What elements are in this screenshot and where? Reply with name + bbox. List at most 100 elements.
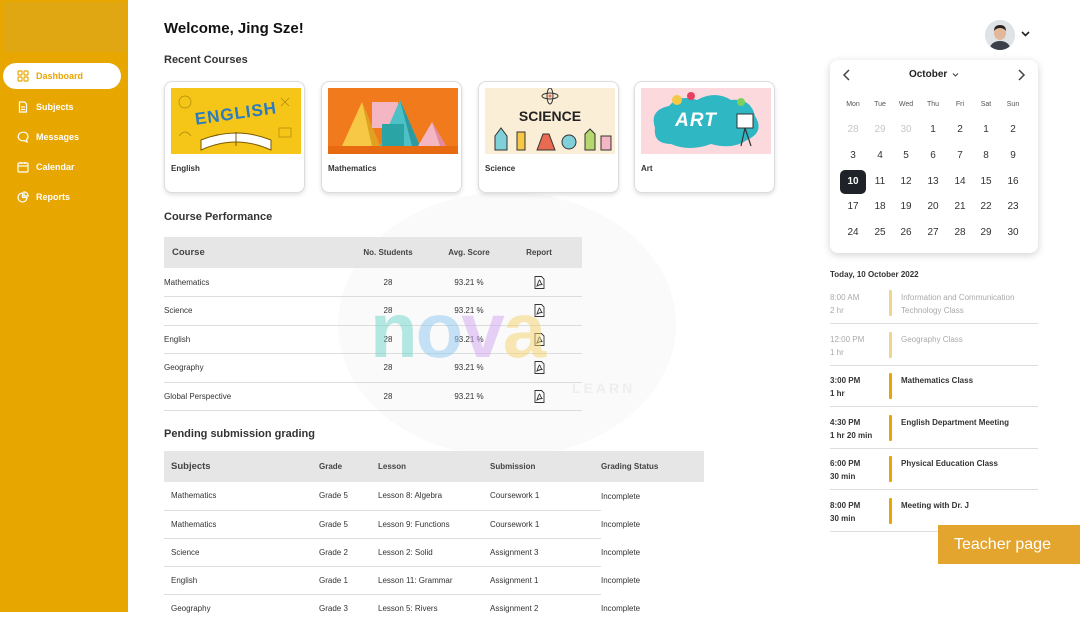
lesson-cell: Lesson 8: Algebra <box>378 482 490 511</box>
avatar[interactable] <box>985 20 1015 50</box>
calendar-day[interactable]: 18 <box>867 195 893 219</box>
sidebar: Dashboard Subjects Messages Calendar Rep… <box>0 0 128 612</box>
table-header-row: Course No. Students Avg. Score Report <box>164 237 582 268</box>
sidebar-item-reports[interactable]: Reports <box>3 184 121 210</box>
sidebar-item-dashboard[interactable]: Dashboard <box>3 63 121 89</box>
pdf-report-icon[interactable] <box>534 389 545 403</box>
chat-icon <box>17 131 29 143</box>
event-title: Physical Education Class <box>901 459 998 469</box>
column-header: Course <box>164 237 334 268</box>
score-cell: 93.21 % <box>442 382 496 411</box>
table-row[interactable]: English Grade 1 Lesson 11: Grammar Assig… <box>164 566 704 596</box>
calendar-day[interactable]: 23 <box>1000 195 1026 219</box>
course-card-art[interactable]: ART Art <box>634 81 775 193</box>
calendar-day[interactable]: 28 <box>840 118 866 142</box>
calendar-day[interactable]: 8 <box>973 144 999 168</box>
logo-area <box>4 2 126 52</box>
pdf-report-icon[interactable] <box>534 304 545 318</box>
calendar-month-selector[interactable]: October <box>830 69 1038 80</box>
status-cell: Incomplete <box>601 547 641 557</box>
event-start: 8:00 PM <box>830 501 861 510</box>
calendar-day[interactable]: 20 <box>920 195 946 219</box>
table-header-row: Subjects Grade Lesson Submission Grading… <box>164 451 704 482</box>
thumbnail-text: SCIENCE <box>518 108 582 124</box>
pdf-report-icon[interactable] <box>534 332 545 346</box>
submission-cell: Coursework 1 <box>490 482 601 511</box>
calendar-day[interactable]: 22 <box>973 195 999 219</box>
subject-cell: Geography <box>164 594 319 618</box>
calendar-day[interactable]: 21 <box>947 195 973 219</box>
calendar-day[interactable]: 5 <box>893 144 919 168</box>
weekday-label: Mon <box>846 101 860 108</box>
table-row[interactable]: Mathematics Grade 5 Lesson 8: Algebra Co… <box>164 482 704 511</box>
calendar-day[interactable]: 30 <box>893 118 919 142</box>
calendar-day[interactable]: 26 <box>893 221 919 245</box>
schedule-event[interactable]: 4:30 PM 1 hr 20 min English Department Mee… <box>830 408 1038 449</box>
course-thumbnail: SCIENCE <box>485 88 615 154</box>
calendar-icon <box>17 162 29 173</box>
schedule-event[interactable]: 12:00 PM 1 hr Geography Class <box>830 325 1038 366</box>
grade-cell: Grade 5 <box>319 482 378 511</box>
course-card-science[interactable]: SCIENCE Science <box>478 81 619 193</box>
table-row[interactable]: Geography Grade 3 Lesson 5: Rivers Assig… <box>164 594 704 618</box>
event-title: Information and Communication Technology… <box>901 293 1015 315</box>
course-card-english[interactable]: ENGLISH English <box>164 81 305 193</box>
calendar-day[interactable]: 4 <box>867 144 893 168</box>
calendar-day[interactable]: 29 <box>973 221 999 245</box>
weekday-label: Sun <box>1006 101 1020 108</box>
chevron-right-icon[interactable] <box>1014 68 1028 82</box>
calendar-day[interactable]: 15 <box>973 170 999 194</box>
column-header: Grading Status <box>601 451 704 482</box>
course-thumbnail <box>328 88 458 154</box>
course-cell: Geography <box>164 353 334 383</box>
event-duration: 1 hr <box>830 347 844 357</box>
calendar-day[interactable]: 14 <box>947 170 973 194</box>
calendar-day-selected[interactable]: 10 <box>840 170 866 194</box>
course-card-mathematics[interactable]: Mathematics <box>321 81 462 193</box>
calendar-day[interactable]: 9 <box>1000 144 1026 168</box>
grade-cell: Grade 5 <box>319 510 378 539</box>
subject-cell: Mathematics <box>164 482 319 511</box>
event-title: Meeting with Dr. J <box>901 501 970 510</box>
calendar-day[interactable]: 25 <box>867 221 893 245</box>
calendar-day[interactable]: 19 <box>893 195 919 219</box>
calendar-day[interactable]: 12 <box>893 170 919 194</box>
status-cell: Incomplete <box>601 491 641 501</box>
calendar-day[interactable]: 24 <box>840 221 866 245</box>
event-time: 12:00 PM 1 hr <box>830 333 864 359</box>
schedule-event[interactable]: 8:00 AM 2 hr Information and Communication… <box>830 283 1038 324</box>
calendar-day[interactable]: 3 <box>840 144 866 168</box>
students-cell: 28 <box>334 296 442 326</box>
calendar-day[interactable]: 1 <box>973 118 999 142</box>
chevron-down-icon[interactable] <box>1020 28 1031 39</box>
calendar-day[interactable]: 30 <box>1000 221 1026 245</box>
calendar-day[interactable]: 6 <box>920 144 946 168</box>
calendar-day[interactable]: 11 <box>867 170 893 194</box>
schedule-event[interactable]: 3:00 PM 1 hr Mathematics Class <box>830 366 1038 408</box>
weekday-label: Sat <box>980 101 992 108</box>
table-row[interactable]: Mathematics Grade 5 Lesson 9: Functions … <box>164 510 704 539</box>
calendar-day[interactable]: 7 <box>947 144 973 168</box>
score-cell: 93.21 % <box>442 296 496 326</box>
table-row[interactable]: Science Grade 2 Lesson 2: Solid Assignme… <box>164 538 704 568</box>
event-duration: 30 min <box>830 514 856 523</box>
user-photo-icon <box>985 20 1015 50</box>
pdf-report-icon[interactable] <box>534 361 545 375</box>
event-color-bar <box>889 414 892 441</box>
course-performance-title: Course Performance <box>164 211 273 223</box>
sidebar-item-subjects[interactable]: Subjects <box>3 94 121 120</box>
calendar-day[interactable]: 28 <box>947 221 973 245</box>
sidebar-item-messages[interactable]: Messages <box>3 124 121 150</box>
schedule-event[interactable]: 6:00 PM 30 min Physical Education Class <box>830 449 1038 491</box>
calendar-day[interactable]: 2 <box>947 118 973 142</box>
calendar-day[interactable]: 27 <box>920 221 946 245</box>
calendar-day[interactable]: 13 <box>920 170 946 194</box>
calendar-day[interactable]: 17 <box>840 195 866 219</box>
calendar-day[interactable]: 16 <box>1000 170 1026 194</box>
lesson-cell: Lesson 2: Solid <box>378 538 490 568</box>
calendar-day[interactable]: 1 <box>920 118 946 142</box>
calendar-day[interactable]: 2 <box>1000 118 1026 142</box>
sidebar-item-calendar[interactable]: Calendar <box>3 154 121 180</box>
pdf-report-icon[interactable] <box>534 275 545 289</box>
calendar-day[interactable]: 29 <box>867 118 893 142</box>
